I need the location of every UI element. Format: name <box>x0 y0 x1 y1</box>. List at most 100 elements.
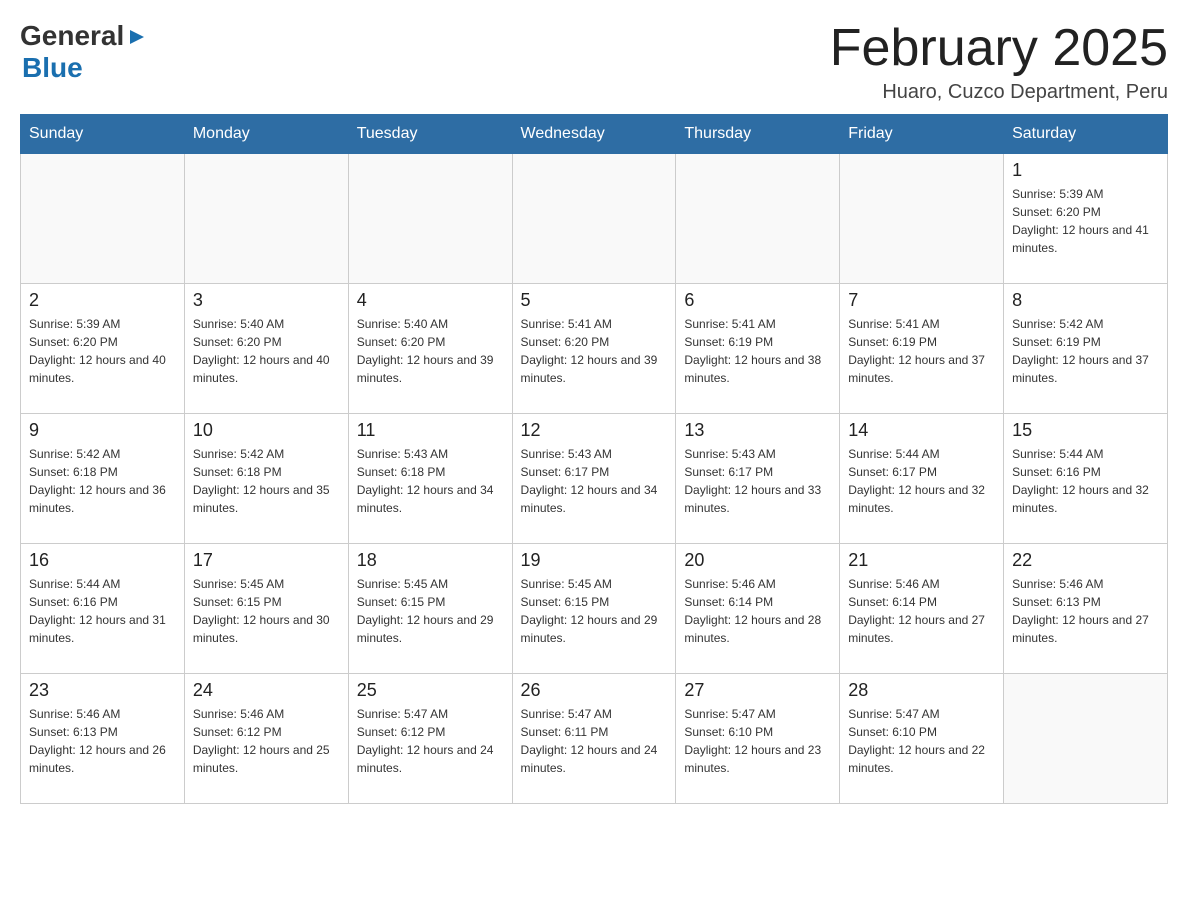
day-info: Sunrise: 5:44 AMSunset: 6:16 PMDaylight:… <box>1012 445 1159 517</box>
calendar-cell <box>348 154 512 284</box>
day-info: Sunrise: 5:43 AMSunset: 6:17 PMDaylight:… <box>684 445 831 517</box>
calendar-subtitle: Huaro, Cuzco Department, Peru <box>830 81 1168 104</box>
day-number: 13 <box>684 420 831 441</box>
day-of-week-header: Friday <box>840 115 1004 154</box>
calendar-cell: 10Sunrise: 5:42 AMSunset: 6:18 PMDayligh… <box>184 414 348 544</box>
calendar-cell: 20 Sunrise: 5:46 AMSunset: 6:14 PMDayligh… <box>676 544 840 674</box>
day-number: 8 <box>1012 290 1159 311</box>
day-of-week-header: Saturday <box>1004 115 1168 154</box>
logo-arrow-icon <box>126 26 148 48</box>
day-number: 10 <box>193 420 340 441</box>
day-number: 15 <box>1012 420 1159 441</box>
calendar-cell: 22 Sunrise: 5:46 AMSunset: 6:13 PMDayligh… <box>1004 544 1168 674</box>
calendar-cell: 12 Sunrise: 5:43 AMSunset: 6:17 PMDayligh… <box>512 414 676 544</box>
day-number: 14 <box>848 420 995 441</box>
logo: General Blue <box>20 20 148 84</box>
calendar-cell: 27 Sunrise: 5:47 AMSunset: 6:10 PMDayligh… <box>676 674 840 804</box>
calendar-cell: 26 Sunrise: 5:47 AMSunset: 6:11 PMDayligh… <box>512 674 676 804</box>
day-of-week-header: Sunday <box>21 115 185 154</box>
day-info: Sunrise: 5:39 AMSunset: 6:20 PMDaylight:… <box>29 315 176 387</box>
day-info: Sunrise: 5:45 AMSunset: 6:15 PMDaylight:… <box>521 575 668 647</box>
calendar-cell: 17 Sunrise: 5:45 AMSunset: 6:15 PMDayligh… <box>184 544 348 674</box>
calendar-cell: 21 Sunrise: 5:46 AMSunset: 6:14 PMDayligh… <box>840 544 1004 674</box>
day-number: 3 <box>193 290 340 311</box>
day-info: Sunrise: 5:41 AMSunset: 6:19 PMDaylight:… <box>848 315 995 387</box>
day-info: Sunrise: 5:40 AMSunset: 6:20 PMDaylight:… <box>357 315 504 387</box>
calendar-cell: 19 Sunrise: 5:45 AMSunset: 6:15 PMDayligh… <box>512 544 676 674</box>
calendar-cell: 18Sunrise: 5:45 AMSunset: 6:15 PMDayligh… <box>348 544 512 674</box>
day-number: 23 <box>29 680 176 701</box>
calendar-cell: 6Sunrise: 5:41 AMSunset: 6:19 PMDaylight… <box>676 284 840 414</box>
calendar-cell: 9Sunrise: 5:42 AMSunset: 6:18 PMDaylight… <box>21 414 185 544</box>
day-number: 17 <box>193 550 340 571</box>
calendar-cell: 2 Sunrise: 5:39 AMSunset: 6:20 PMDaylight… <box>21 284 185 414</box>
day-info: Sunrise: 5:44 AMSunset: 6:16 PMDaylight:… <box>29 575 176 647</box>
calendar-cell: 14 Sunrise: 5:44 AMSunset: 6:17 PMDayligh… <box>840 414 1004 544</box>
day-number: 26 <box>521 680 668 701</box>
day-number: 24 <box>193 680 340 701</box>
calendar-cell <box>21 154 185 284</box>
day-number: 21 <box>848 550 995 571</box>
day-number: 19 <box>521 550 668 571</box>
day-number: 22 <box>1012 550 1159 571</box>
day-number: 11 <box>357 420 504 441</box>
day-info: Sunrise: 5:46 AMSunset: 6:12 PMDaylight:… <box>193 705 340 777</box>
day-number: 28 <box>848 680 995 701</box>
day-number: 12 <box>521 420 668 441</box>
day-info: Sunrise: 5:47 AMSunset: 6:10 PMDaylight:… <box>684 705 831 777</box>
calendar-cell: 5 Sunrise: 5:41 AMSunset: 6:20 PMDaylight… <box>512 284 676 414</box>
calendar-cell: 16 Sunrise: 5:44 AMSunset: 6:16 PMDayligh… <box>21 544 185 674</box>
day-of-week-header: Monday <box>184 115 348 154</box>
day-of-week-header: Wednesday <box>512 115 676 154</box>
logo-general-text: General <box>20 20 124 52</box>
day-info: Sunrise: 5:46 AMSunset: 6:14 PMDaylight:… <box>848 575 995 647</box>
calendar-cell: 15 Sunrise: 5:44 AMSunset: 6:16 PMDayligh… <box>1004 414 1168 544</box>
day-info: Sunrise: 5:41 AMSunset: 6:19 PMDaylight:… <box>684 315 831 387</box>
day-info: Sunrise: 5:47 AMSunset: 6:11 PMDaylight:… <box>521 705 668 777</box>
calendar-cell <box>676 154 840 284</box>
day-number: 7 <box>848 290 995 311</box>
day-info: Sunrise: 5:40 AMSunset: 6:20 PMDaylight:… <box>193 315 340 387</box>
title-section: February 2025 Huaro, Cuzco Department, P… <box>830 20 1168 104</box>
calendar-cell: 4 Sunrise: 5:40 AMSunset: 6:20 PMDaylight… <box>348 284 512 414</box>
calendar-cell <box>184 154 348 284</box>
day-info: Sunrise: 5:41 AMSunset: 6:20 PMDaylight:… <box>521 315 668 387</box>
calendar-cell <box>512 154 676 284</box>
calendar-week-row: 23Sunrise: 5:46 AMSunset: 6:13 PMDayligh… <box>21 674 1168 804</box>
calendar-cell <box>840 154 1004 284</box>
page-header: General Blue February 2025 Huaro, Cuzco … <box>20 20 1168 104</box>
calendar-week-row: 16 Sunrise: 5:44 AMSunset: 6:16 PMDayligh… <box>21 544 1168 674</box>
day-number: 4 <box>357 290 504 311</box>
day-info: Sunrise: 5:43 AMSunset: 6:17 PMDaylight:… <box>521 445 668 517</box>
day-number: 2 <box>29 290 176 311</box>
day-number: 1 <box>1012 160 1159 181</box>
calendar-cell: 8 Sunrise: 5:42 AMSunset: 6:19 PMDaylight… <box>1004 284 1168 414</box>
calendar-title: February 2025 <box>830 20 1168 77</box>
day-info: Sunrise: 5:47 AMSunset: 6:10 PMDaylight:… <box>848 705 995 777</box>
day-info: Sunrise: 5:45 AMSunset: 6:15 PMDaylight:… <box>193 575 340 647</box>
day-number: 27 <box>684 680 831 701</box>
calendar-week-row: 1 Sunrise: 5:39 AMSunset: 6:20 PMDaylight… <box>21 154 1168 284</box>
calendar-header-row: SundayMondayTuesdayWednesdayThursdayFrid… <box>21 115 1168 154</box>
calendar-table: SundayMondayTuesdayWednesdayThursdayFrid… <box>20 114 1168 804</box>
day-info: Sunrise: 5:44 AMSunset: 6:17 PMDaylight:… <box>848 445 995 517</box>
day-info: Sunrise: 5:47 AMSunset: 6:12 PMDaylight:… <box>357 705 504 777</box>
logo-blue-text: Blue <box>22 52 83 84</box>
day-of-week-header: Thursday <box>676 115 840 154</box>
calendar-cell: 7 Sunrise: 5:41 AMSunset: 6:19 PMDaylight… <box>840 284 1004 414</box>
day-info: Sunrise: 5:42 AMSunset: 6:18 PMDaylight:… <box>29 445 176 517</box>
calendar-cell: 24 Sunrise: 5:46 AMSunset: 6:12 PMDayligh… <box>184 674 348 804</box>
day-number: 5 <box>521 290 668 311</box>
calendar-cell: 11Sunrise: 5:43 AMSunset: 6:18 PMDayligh… <box>348 414 512 544</box>
day-info: Sunrise: 5:46 AMSunset: 6:14 PMDaylight:… <box>684 575 831 647</box>
day-number: 16 <box>29 550 176 571</box>
calendar-cell: 25Sunrise: 5:47 AMSunset: 6:12 PMDayligh… <box>348 674 512 804</box>
calendar-cell: 28 Sunrise: 5:47 AMSunset: 6:10 PMDayligh… <box>840 674 1004 804</box>
calendar-cell: 3 Sunrise: 5:40 AMSunset: 6:20 PMDaylight… <box>184 284 348 414</box>
day-info: Sunrise: 5:46 AMSunset: 6:13 PMDaylight:… <box>1012 575 1159 647</box>
calendar-cell <box>1004 674 1168 804</box>
day-info: Sunrise: 5:42 AMSunset: 6:19 PMDaylight:… <box>1012 315 1159 387</box>
day-info: Sunrise: 5:39 AMSunset: 6:20 PMDaylight:… <box>1012 185 1159 257</box>
day-of-week-header: Tuesday <box>348 115 512 154</box>
day-number: 20 <box>684 550 831 571</box>
